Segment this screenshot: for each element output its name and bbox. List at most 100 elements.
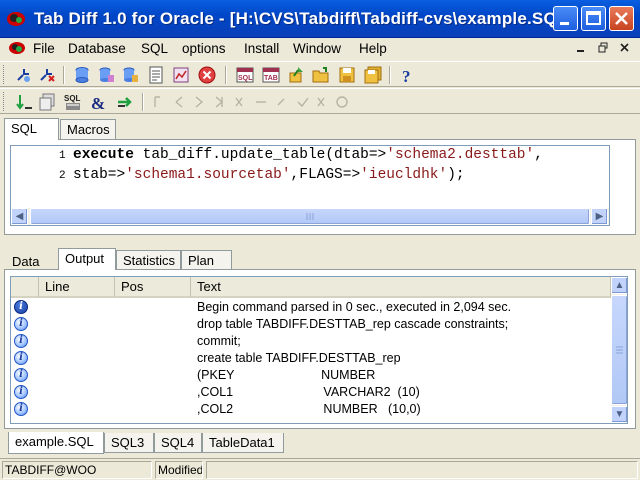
grid-row[interactable]: i (PKEY NUMBER: [11, 367, 611, 384]
code-text: ,: [534, 147, 543, 163]
grid-row[interactable]: i commit;: [11, 333, 611, 350]
scroll-up-icon[interactable]: ▲: [611, 277, 627, 294]
output-grid: Line Pos Text i Begin command parsed in 0…: [10, 276, 628, 424]
grid-row[interactable]: i Begin command parsed in 0 sec., execute…: [11, 299, 611, 316]
tab-tabledata1[interactable]: TableData1: [202, 433, 284, 453]
grid-row[interactable]: i ,COL2 NUMBER (10,0): [11, 401, 611, 418]
status-modified: Modified: [155, 461, 203, 479]
menu-database[interactable]: Database: [68, 41, 126, 56]
mdi-minimize-button[interactable]: [576, 42, 586, 57]
ampersand-icon[interactable]: &: [90, 93, 108, 113]
code-line: stab=>'schema1.sourcetab',FLAGS=>'ieucld…: [73, 167, 465, 183]
table-compare-icon[interactable]: [97, 66, 115, 84]
stop-icon[interactable]: [198, 66, 216, 84]
report-icon[interactable]: [172, 66, 190, 84]
mdi-close-button[interactable]: [620, 42, 630, 57]
column-header-line[interactable]: Line: [39, 277, 115, 298]
scroll-down-icon[interactable]: ▼: [611, 406, 627, 423]
main-toolbar: SQL TAB ?: [0, 61, 640, 87]
toolbar-separator: [225, 66, 227, 84]
svg-text:SQL: SQL: [64, 94, 81, 103]
disconnect-icon[interactable]: [38, 66, 56, 84]
info-icon: i: [14, 317, 28, 331]
grid-row[interactable]: i ,COL1 VARCHAR2 (10): [11, 384, 611, 401]
help-icon[interactable]: ?: [398, 66, 416, 86]
open-folder-icon[interactable]: [312, 66, 330, 84]
sql-run-icon[interactable]: SQL: [64, 93, 82, 111]
grid-cell-text: Begin command parsed in 0 sec., executed…: [197, 300, 512, 314]
code-text: stab=>: [73, 167, 126, 183]
sort-icon[interactable]: [15, 93, 33, 111]
svg-text:?: ?: [402, 67, 411, 84]
toolbar-grip[interactable]: [3, 92, 6, 111]
scroll-left-icon[interactable]: ◀: [11, 208, 28, 225]
code-string: 'schema2.desttab': [386, 147, 535, 163]
title-bar: Tab Diff 1.0 for Oracle - [H:\CVS\Tabdif…: [0, 0, 640, 38]
line-number: 1: [59, 150, 66, 162]
menu-options[interactable]: options: [182, 41, 226, 56]
svg-text:TAB: TAB: [264, 75, 278, 82]
info-icon: i: [14, 368, 28, 382]
disabled-debug-icons: [152, 95, 352, 112]
maximize-button[interactable]: [581, 6, 606, 31]
mdi-restore-button[interactable]: [598, 42, 608, 57]
grid-row[interactable]: i create table TABDIFF.DESTTAB_rep: [11, 350, 611, 367]
database-icon[interactable]: [73, 66, 91, 84]
tab-statistics[interactable]: Statistics: [116, 250, 181, 270]
grid-row[interactable]: i drop table TABDIFF.DESTTAB_rep cascade …: [11, 316, 611, 333]
grid-cell-text: create table TABDIFF.DESTTAB_rep: [197, 351, 401, 365]
status-bar: TABDIFF@WOO Modified: [0, 458, 640, 480]
code-string: 'schema1.sourcetab': [125, 167, 291, 183]
menu-install[interactable]: Install: [244, 41, 279, 56]
code-text: );: [447, 167, 465, 183]
code-text: ,FLAGS=>: [290, 167, 361, 183]
code-text: tab_diff.update_table(dtab=>: [133, 147, 387, 163]
tab-plan[interactable]: Plan: [181, 250, 232, 270]
info-icon: i: [14, 334, 28, 348]
svg-text:SQL: SQL: [238, 75, 253, 82]
tab-macros[interactable]: Macros: [60, 119, 116, 139]
tab-example-sql[interactable]: example.SQL: [8, 432, 104, 454]
tab-icon[interactable]: TAB: [262, 66, 280, 84]
execute-arrow-icon[interactable]: [116, 93, 134, 111]
code-keyword: execute: [73, 147, 134, 163]
menu-sql[interactable]: SQL: [141, 41, 168, 56]
minimize-button[interactable]: [553, 6, 578, 31]
toolbar-separator: [389, 66, 391, 84]
code-string: 'ieucldhk': [360, 167, 448, 183]
document-icon[interactable]: [147, 66, 165, 84]
tab-output[interactable]: Output: [58, 248, 116, 270]
menu-help[interactable]: Help: [359, 41, 387, 56]
info-icon: i: [14, 351, 28, 365]
tab-sql[interactable]: SQL: [4, 118, 59, 140]
icon-column-header: [11, 277, 39, 298]
save-all-icon[interactable]: [364, 66, 382, 84]
save-icon[interactable]: [338, 66, 356, 84]
menu-file[interactable]: File: [33, 41, 55, 56]
status-message: [206, 461, 638, 479]
grid-body: i Begin command parsed in 0 sec., execute…: [11, 299, 611, 423]
editor-scroll-thumb[interactable]: [30, 208, 590, 225]
tab-sql4[interactable]: SQL4: [154, 433, 202, 453]
table-export-icon[interactable]: [121, 66, 139, 84]
mdi-app-icon[interactable]: [8, 41, 26, 58]
sql-toolbar: SQL &: [0, 88, 640, 114]
menu-window[interactable]: Window: [293, 41, 341, 56]
column-header-pos[interactable]: Pos: [115, 277, 191, 298]
grid-cell-text: ,COL2 NUMBER (10,0): [197, 402, 421, 416]
grid-cell-text: commit;: [197, 334, 241, 348]
copy-icon[interactable]: [38, 93, 56, 111]
import-icon[interactable]: [288, 66, 306, 84]
scroll-right-icon[interactable]: ▶: [591, 208, 608, 225]
grid-scroll-thumb[interactable]: [611, 295, 627, 405]
column-header-text[interactable]: Text: [191, 277, 611, 298]
window-title: Tab Diff 1.0 for Oracle - [H:\CVS\Tabdif…: [34, 9, 574, 28]
splitter[interactable]: [0, 236, 640, 246]
grid-cell-text: drop table TABDIFF.DESTTAB_rep cascade c…: [197, 317, 509, 331]
close-button[interactable]: [609, 6, 634, 31]
connect-icon[interactable]: [15, 66, 33, 84]
tab-sql3[interactable]: SQL3: [104, 433, 154, 453]
sql-icon[interactable]: SQL: [236, 66, 254, 84]
svg-text:&: &: [91, 94, 105, 111]
toolbar-grip[interactable]: [3, 65, 6, 84]
